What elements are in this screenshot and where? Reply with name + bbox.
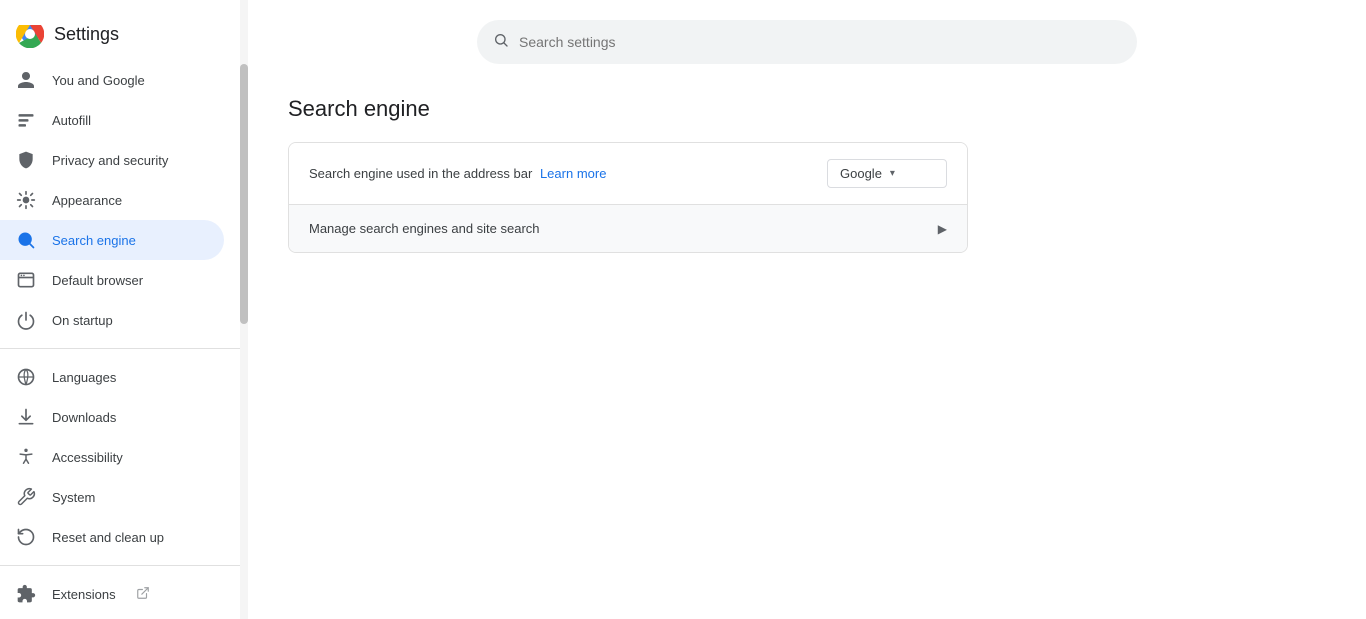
search-engine-action: Google ▾ [827,159,947,188]
sidebar-label-privacy: Privacy and security [52,153,168,168]
sidebar-label-autofill: Autofill [52,113,91,128]
manage-search-engines-label: Manage search engines and site search [309,221,540,236]
person-icon [16,70,36,90]
external-link-icon [136,586,150,603]
sidebar-item-you-and-google[interactable]: You and Google [0,60,224,100]
search-bar [477,20,1137,64]
sidebar-label-system: System [52,490,95,505]
nav-chevron-icon: ▶ [938,222,947,236]
sidebar-item-accessibility[interactable]: Accessibility [0,437,224,477]
search-bar-icon [493,32,509,53]
sidebar-label-languages: Languages [52,370,116,385]
manage-search-engines-action: ▶ [938,222,947,236]
search-engine-row: Search engine used in the address bar Le… [289,143,967,205]
manage-search-engines-row[interactable]: Manage search engines and site search ▶ [289,205,967,252]
shield-icon [16,150,36,170]
manage-search-engines-text: Manage search engines and site search [309,221,938,236]
system-icon [16,487,36,507]
app-title: Settings [54,24,119,45]
learn-more-link[interactable]: Learn more [540,166,606,181]
chevron-down-icon: ▾ [890,168,895,179]
sidebar-item-reset-and-clean-up[interactable]: Reset and clean up [0,517,224,557]
app-header: Settings [0,8,240,60]
sidebar-item-downloads[interactable]: Downloads [0,397,224,437]
sidebar-label-extensions: Extensions [52,587,116,602]
appearance-icon [16,190,36,210]
sidebar-label-default-browser: Default browser [52,273,143,288]
sidebar-item-privacy-and-security[interactable]: Privacy and security [0,140,224,180]
search-engine-label: Search engine used in the address bar [309,166,532,181]
browser-icon [16,270,36,290]
power-icon [16,310,36,330]
extensions-icon [16,584,36,604]
sidebar-item-extensions[interactable]: Extensions [0,574,224,614]
sidebar-label-appearance: Appearance [52,193,122,208]
sidebar-item-appearance[interactable]: Appearance [0,180,224,220]
sidebar: Settings You and Google Autofill Privacy… [0,0,240,619]
reset-icon [16,527,36,547]
sidebar-item-languages[interactable]: Languages [0,357,224,397]
sidebar-divider-1 [0,348,240,349]
sidebar-label-reset: Reset and clean up [52,530,164,545]
sidebar-label-you-and-google: You and Google [52,73,145,88]
search-engine-text: Search engine used in the address bar Le… [309,166,827,181]
search-engine-icon [16,230,36,250]
download-icon [16,407,36,427]
sidebar-item-default-browser[interactable]: Default browser [0,260,224,300]
language-icon [16,367,36,387]
sidebar-divider-2 [0,565,240,566]
sidebar-label-downloads: Downloads [52,410,116,425]
sidebar-item-search-engine[interactable]: Search engine [0,220,224,260]
search-bar-container [288,20,1326,64]
search-engine-dropdown[interactable]: Google ▾ [827,159,947,188]
sidebar-item-on-startup[interactable]: On startup [0,300,224,340]
sidebar-label-search-engine: Search engine [52,233,136,248]
sidebar-item-autofill[interactable]: Autofill [0,100,224,140]
chrome-logo-icon [16,20,44,48]
search-input[interactable] [519,34,1121,50]
sidebar-scrollbar-thumb[interactable] [240,64,248,324]
sidebar-label-accessibility: Accessibility [52,450,123,465]
dropdown-value: Google [840,166,882,181]
page-title: Search engine [288,96,1326,122]
sidebar-label-on-startup: On startup [52,313,113,328]
main-content: Search engine Search engine used in the … [248,0,1366,619]
accessibility-icon [16,447,36,467]
sidebar-item-system[interactable]: System [0,477,224,517]
autofill-icon [16,110,36,130]
settings-card: Search engine used in the address bar Le… [288,142,968,253]
